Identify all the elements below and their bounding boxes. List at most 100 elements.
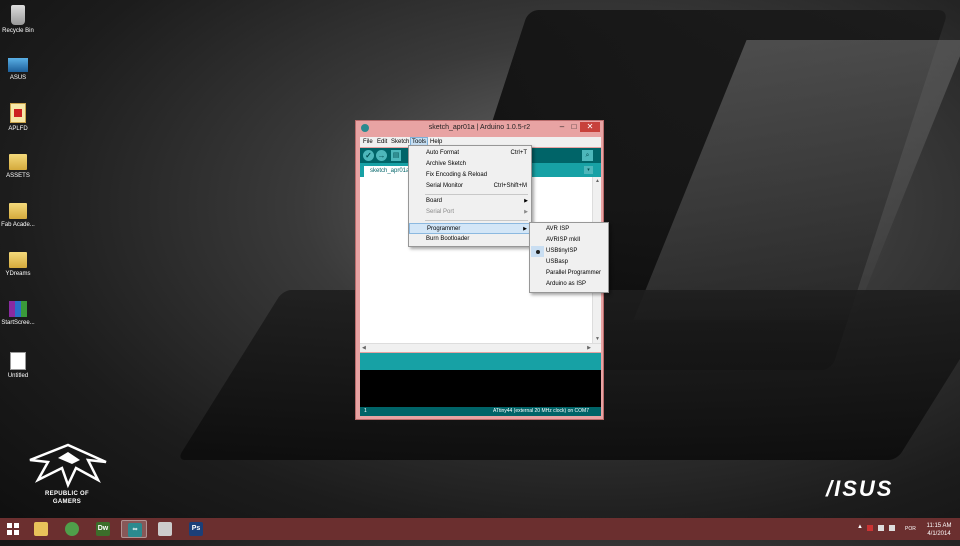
taskbar: Dw ∞ Ps ▲ POR 11:15 AM 4/1/2014 xyxy=(0,518,960,540)
menu-item-board[interactable]: Board ▶ xyxy=(409,196,531,207)
minimize-button[interactable]: – xyxy=(556,122,568,132)
verify-button[interactable]: ✓ xyxy=(363,150,374,161)
programmer-option-avr-isp[interactable]: AVR ISP xyxy=(530,224,608,235)
menu-item-burn-bootloader[interactable]: Burn Bootloader xyxy=(409,234,531,245)
desktop-icon-startscreen[interactable]: StartScree... xyxy=(0,299,36,327)
new-sketch-button[interactable]: ▤ xyxy=(391,150,401,161)
language-indicator[interactable]: POR xyxy=(905,526,916,532)
menu-item-label: USBasp xyxy=(546,259,569,265)
taskbar-dreamweaver[interactable]: Dw xyxy=(90,520,116,538)
desktop-icon-ydreams[interactable]: YDreams xyxy=(0,250,36,278)
clock-date: 4/1/2014 xyxy=(927,531,951,537)
menu-item-label: Burn Bootloader xyxy=(426,236,470,242)
folder-icon xyxy=(9,252,27,268)
menu-item-archive-sketch[interactable]: Archive Sketch xyxy=(409,159,531,170)
menu-item-label: Archive Sketch xyxy=(426,161,467,167)
desktop-icon-aplfd[interactable]: APLFD xyxy=(0,103,36,133)
menu-item-fix-encoding[interactable]: Fix Encoding & Reload xyxy=(409,170,531,181)
folder-icon xyxy=(34,522,48,536)
upload-button[interactable]: → xyxy=(376,150,387,161)
desktop-icon-label: ASSETS xyxy=(6,173,30,179)
tools-menu: Auto Format Ctrl+T Archive Sketch Fix En… xyxy=(408,145,532,247)
menu-item-shortcut: Ctrl+T xyxy=(510,150,528,156)
rog-line-1: REPUBLIC OF xyxy=(45,491,89,497)
desktop-icon-assets[interactable]: ASSETS xyxy=(0,152,36,180)
desktop-icon-asus[interactable]: ASUS xyxy=(0,54,36,82)
scroll-right-icon[interactable]: ▶ xyxy=(587,345,591,351)
programmer-option-usbtinyisp[interactable]: USBtinyISP xyxy=(530,246,608,257)
rog-line-2: GAMERS xyxy=(52,499,82,505)
menu-item-serial-monitor[interactable]: Serial Monitor Ctrl+Shift+M xyxy=(409,181,531,192)
start-button[interactable] xyxy=(7,523,19,535)
rog-logo-icon xyxy=(29,443,107,489)
winrar-archive-icon xyxy=(9,301,27,317)
taskbar-inkscape[interactable] xyxy=(152,520,178,538)
menu-item-programmer[interactable]: Programmer ▶ xyxy=(409,223,531,234)
tray-overflow-icon[interactable]: ▲ xyxy=(857,524,863,546)
programmer-submenu: AVR ISP AVRISP mkII USBtinyISP USBasp Pa… xyxy=(529,222,609,293)
photoshop-icon: Ps xyxy=(189,522,203,536)
desktop-icon-label: YDreams xyxy=(5,271,31,277)
menu-separator xyxy=(425,194,528,195)
taskbar-arduino[interactable]: ∞ xyxy=(121,520,147,538)
status-bar xyxy=(360,353,601,370)
taskbar-chrome[interactable] xyxy=(59,520,85,538)
system-clock[interactable]: 11:15 AM 4/1/2014 xyxy=(920,522,958,538)
chevron-right-icon: ▶ xyxy=(524,209,528,215)
menu-item-label: AVRISP mkII xyxy=(546,237,581,243)
tab-menu-button[interactable]: ▾ xyxy=(584,166,593,174)
menu-item-label: Arduino as ISP xyxy=(546,281,587,287)
menu-item-label: Board xyxy=(426,198,443,204)
programmer-option-parallel[interactable]: Parallel Programmer xyxy=(530,268,608,279)
windows-logo-icon xyxy=(14,523,19,528)
close-button[interactable]: ✕ xyxy=(580,122,600,132)
asus-logo: /ISUS xyxy=(826,476,894,501)
desktop-icon-untitled[interactable]: Untitled xyxy=(0,352,36,380)
inkscape-icon xyxy=(158,522,172,536)
desktop-icon-label: ASUS xyxy=(9,75,27,81)
menu-item-label: Auto Format xyxy=(426,150,460,156)
tray-volume-icon[interactable] xyxy=(889,525,895,531)
scroll-up-icon[interactable]: ▲ xyxy=(595,178,600,184)
pdf-file-icon xyxy=(10,103,26,123)
menu-item-serial-port: Serial Port ▶ xyxy=(409,207,531,218)
asus-app-icon xyxy=(8,58,28,72)
tray-alert-icon[interactable] xyxy=(867,525,873,531)
programmer-option-usbasp[interactable]: USBasp xyxy=(530,257,608,268)
horizontal-scrollbar[interactable]: ◀ ▶ xyxy=(360,343,601,352)
menu-item-label: USBtinyISP xyxy=(546,248,578,254)
desktop-icon-recycle-bin[interactable]: Recycle Bin xyxy=(0,5,36,35)
menu-file[interactable]: File xyxy=(362,138,374,146)
desktop-icon-label: StartScree... xyxy=(1,320,35,326)
taskbar-photoshop[interactable]: Ps xyxy=(183,520,209,538)
untitled-file-icon xyxy=(10,352,26,370)
recycle-bin-icon xyxy=(11,5,25,25)
serial-monitor-button[interactable]: ⌕ xyxy=(582,150,593,161)
arduino-icon: ∞ xyxy=(128,523,142,537)
menu-item-label: Serial Monitor xyxy=(426,183,464,189)
menu-item-label: AVR ISP xyxy=(546,226,570,232)
maximize-button[interactable]: □ xyxy=(568,122,580,132)
scroll-left-icon[interactable]: ◀ xyxy=(362,345,366,351)
menu-item-shortcut: Ctrl+Shift+M xyxy=(493,183,527,189)
chrome-icon xyxy=(65,522,79,536)
line-number: 1 xyxy=(364,408,367,414)
footer-bar: 1 ATtiny44 (external 20 MHz clock) on CO… xyxy=(360,407,601,416)
menu-edit[interactable]: Edit xyxy=(376,138,388,146)
programmer-option-arduino-as-isp[interactable]: Arduino as ISP xyxy=(530,279,608,290)
radio-bullet-icon xyxy=(536,250,540,254)
rog-wordmark: REPUBLIC OF GAMERS xyxy=(36,490,98,506)
desktop-icon-label: APLFD xyxy=(8,126,28,132)
desktop-icon-fab-academy[interactable]: Fab Acade... xyxy=(0,201,36,229)
scroll-down-icon[interactable]: ▼ xyxy=(595,336,600,342)
desktop-icon-label: Fab Acade... xyxy=(1,222,35,228)
taskbar-file-explorer[interactable] xyxy=(28,520,54,538)
window-titlebar[interactable]: sketch_apr01a | Arduino 1.0.5-r2 – □ ✕ xyxy=(356,121,603,136)
desktop-icon-label: Recycle Bin xyxy=(2,28,34,34)
menu-separator xyxy=(425,220,528,221)
programmer-option-avrisp-mkii[interactable]: AVRISP mkII xyxy=(530,235,608,246)
menu-item-auto-format[interactable]: Auto Format Ctrl+T xyxy=(409,148,531,159)
windows-logo-icon xyxy=(14,530,19,535)
tray-network-icon[interactable] xyxy=(878,525,884,531)
console-output[interactable] xyxy=(360,370,601,407)
